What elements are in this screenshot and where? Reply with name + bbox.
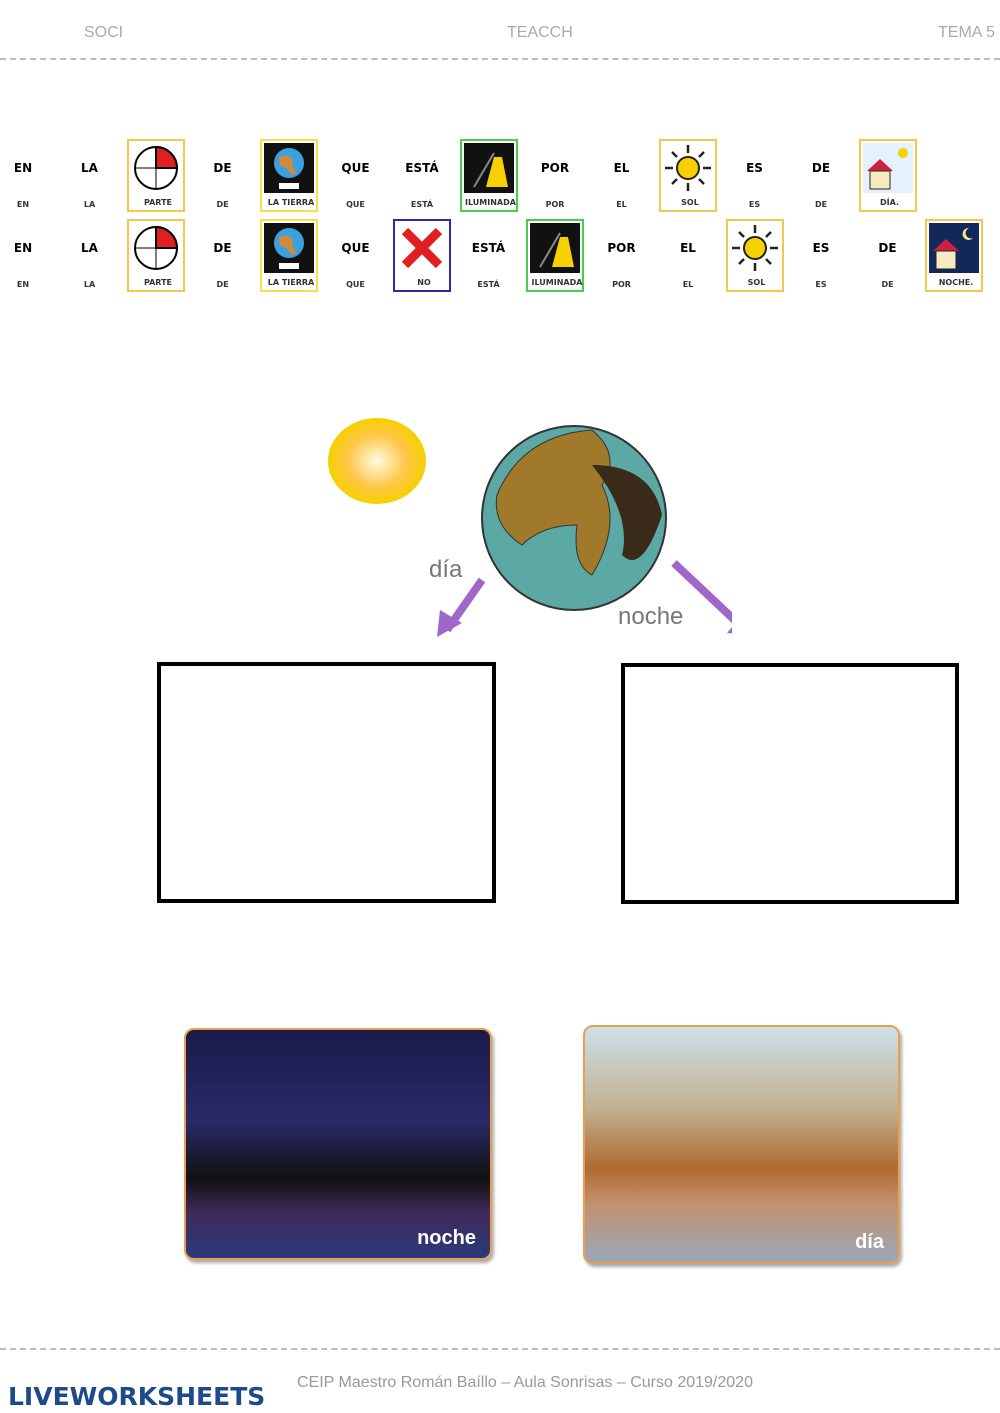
pictogram-word: ESTÁ ESTÁ — [460, 219, 518, 292]
pictogram-word: ES ES — [726, 139, 784, 212]
word-caption: ESTÁ — [410, 200, 434, 209]
header-topic: TEMA 5 — [938, 24, 995, 41]
word-caption: DE — [881, 280, 894, 289]
day-city-photo[interactable]: día — [583, 1025, 900, 1264]
earth-icon — [264, 143, 314, 193]
earth-icon — [264, 223, 314, 273]
word-caption: DE — [216, 280, 229, 289]
pictogram-word: EL EL — [659, 219, 717, 292]
house-day-icon — [862, 143, 913, 193]
word-label: EL — [613, 161, 630, 175]
sun-icon — [731, 225, 778, 271]
word-caption: DE — [814, 200, 828, 209]
night-photo-label: noche — [417, 1227, 476, 1249]
pictogram-word: QUE QUE — [327, 139, 385, 212]
pictogram-word: ESTÁ ESTÁ — [393, 139, 451, 212]
pictogram-card: DÍA. — [858, 139, 917, 212]
sun-icon — [665, 145, 711, 191]
pictogram-word: DE DE — [792, 139, 850, 212]
pictogram-word: EN EN — [0, 219, 52, 292]
word-label: DE — [878, 241, 897, 255]
pictogram-word: LA LA — [61, 219, 119, 292]
pictogram-word: LA LA — [61, 139, 119, 212]
pictogram-card: ILUMINADA — [526, 219, 584, 292]
pictogram-word: QUE QUE — [327, 219, 385, 292]
pictogram-card: ILUMINADA — [459, 139, 518, 212]
worksheet-page: SOCI TEACCH TEMA 5 EN EN LA LA PARTE DE DE LA T… — [0, 0, 1000, 1413]
footer-credits: CEIP Maestro Román Baíllo – Aula Sonrisa… — [297, 1374, 753, 1391]
word-caption: QUE — [346, 280, 365, 289]
word-label: ESTÁ — [405, 161, 439, 175]
pictogram-card: PARTE — [127, 139, 185, 212]
red-x-icon — [401, 227, 443, 269]
word-caption: LA — [83, 200, 96, 209]
pictogram-card: LA TIERRA — [260, 219, 318, 292]
word-label: ESTÁ — [471, 241, 506, 255]
liveworksheets-logo: LIVEWORKSHEETS — [8, 1382, 266, 1411]
word-label: DE — [811, 161, 831, 175]
word-caption: EL — [682, 280, 694, 289]
night-city-photo[interactable]: noche — [184, 1028, 492, 1260]
pictogram-word: POR POR — [593, 219, 651, 292]
word-caption: ESTÁ — [477, 280, 500, 289]
pictogram-caption: DÍA. — [880, 198, 899, 207]
pictogram-card: NO — [393, 219, 451, 292]
answer-box-night[interactable] — [621, 663, 959, 904]
pictogram-word: DE DE — [194, 139, 252, 212]
pictogram-card: SOL — [659, 139, 717, 212]
word-caption: EL — [616, 200, 627, 209]
pictogram-card: SOL — [725, 219, 784, 292]
word-label: QUE — [341, 241, 370, 255]
answer-box-day[interactable] — [157, 662, 496, 903]
pictogram-word: EL EL — [593, 139, 651, 212]
day-label: día — [429, 556, 463, 583]
word-label: LA — [81, 161, 98, 175]
pictogram-word: DE DE — [194, 219, 252, 292]
night-label: noche — [618, 603, 683, 630]
pictogram-word: DE DE — [859, 219, 917, 292]
quarter-circle-icon — [134, 225, 179, 270]
house-night-icon — [929, 223, 979, 273]
word-label: DE — [213, 241, 232, 255]
header-method: TEACCH — [507, 24, 573, 41]
pictogram-word: POR POR — [526, 139, 584, 212]
sun-icon — [328, 418, 426, 504]
pictogram-card: PARTE — [127, 219, 185, 292]
word-label: LA — [81, 241, 98, 255]
word-caption: DE — [216, 200, 229, 209]
pictogram-card: NOCHE. — [925, 219, 983, 292]
word-label: DE — [213, 161, 232, 175]
header-subject: SOCI — [84, 24, 124, 41]
pictogram-word: EN EN — [0, 139, 52, 212]
sun-earth-illustration: día noche — [328, 418, 732, 637]
footer-divider — [0, 1348, 1000, 1350]
lamp-icon — [530, 223, 580, 273]
pictogram-card: LA TIERRA — [260, 139, 318, 212]
pictogram-caption: NOCHE. — [938, 278, 974, 287]
quarter-circle-icon — [134, 145, 179, 190]
day-photo-label: día — [855, 1231, 884, 1253]
pictogram-word: ES ES — [792, 219, 850, 292]
header-divider — [0, 58, 1000, 60]
word-label: EL — [680, 241, 696, 255]
lamp-icon — [463, 143, 514, 193]
word-caption: LA — [83, 280, 96, 289]
